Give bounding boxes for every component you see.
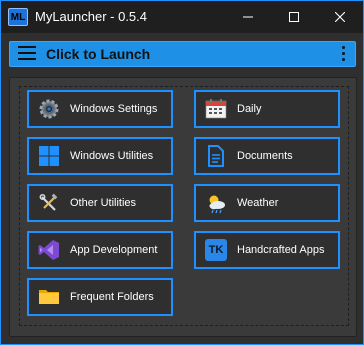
launch-header: Click to Launch: [9, 41, 356, 67]
minimize-button[interactable]: [225, 1, 271, 33]
tile-label: Other Utilities: [70, 197, 137, 209]
tk-badge-text: TK: [205, 239, 227, 261]
weather-icon: [205, 192, 227, 214]
window-title: MyLauncher - 0.5.4: [35, 9, 148, 24]
tile-label: Weather: [237, 197, 279, 209]
tile-daily[interactable]: Daily: [194, 90, 340, 128]
tile-weather[interactable]: Weather: [194, 184, 340, 222]
visual-studio-icon: [38, 239, 60, 261]
tile-app-development[interactable]: App Development: [27, 231, 173, 269]
tile-label: Handcrafted Apps: [237, 244, 325, 256]
tile-label: Windows Utilities: [70, 150, 154, 162]
tile-other-utilities[interactable]: Other Utilities: [27, 184, 173, 222]
folder-icon: [38, 286, 60, 308]
header-title: Click to Launch: [46, 46, 151, 62]
tile-label: Frequent Folders: [70, 291, 154, 303]
close-icon: [335, 12, 345, 22]
tile-label: Daily: [237, 103, 262, 115]
tile-handcrafted-apps[interactable]: TK Handcrafted Apps: [194, 231, 340, 269]
document-icon: [205, 145, 227, 167]
tile-documents[interactable]: Documents: [194, 137, 340, 175]
tile-label: Documents: [237, 150, 293, 162]
tk-badge-icon: TK: [205, 239, 227, 261]
app-icon: ML: [8, 8, 28, 26]
more-options-icon[interactable]: [342, 46, 346, 62]
hamburger-menu-icon[interactable]: [18, 46, 36, 62]
tile-label: App Development: [70, 244, 158, 256]
tile-label: Windows Settings: [70, 103, 158, 115]
tools-icon: [38, 192, 60, 214]
minimize-icon: [243, 16, 253, 18]
tile-windows-utilities[interactable]: Windows Utilities: [27, 137, 173, 175]
calendar-icon: [205, 98, 227, 120]
maximize-button[interactable]: [271, 1, 317, 33]
title-bar[interactable]: ML MyLauncher - 0.5.4: [1, 1, 363, 33]
close-button[interactable]: [317, 1, 363, 33]
windows-logo-icon: [38, 145, 60, 167]
tile-windows-settings[interactable]: Windows Settings: [27, 90, 173, 128]
gear-icon: [38, 98, 60, 120]
tile-frequent-folders[interactable]: Frequent Folders: [27, 278, 173, 316]
maximize-icon: [289, 12, 299, 22]
